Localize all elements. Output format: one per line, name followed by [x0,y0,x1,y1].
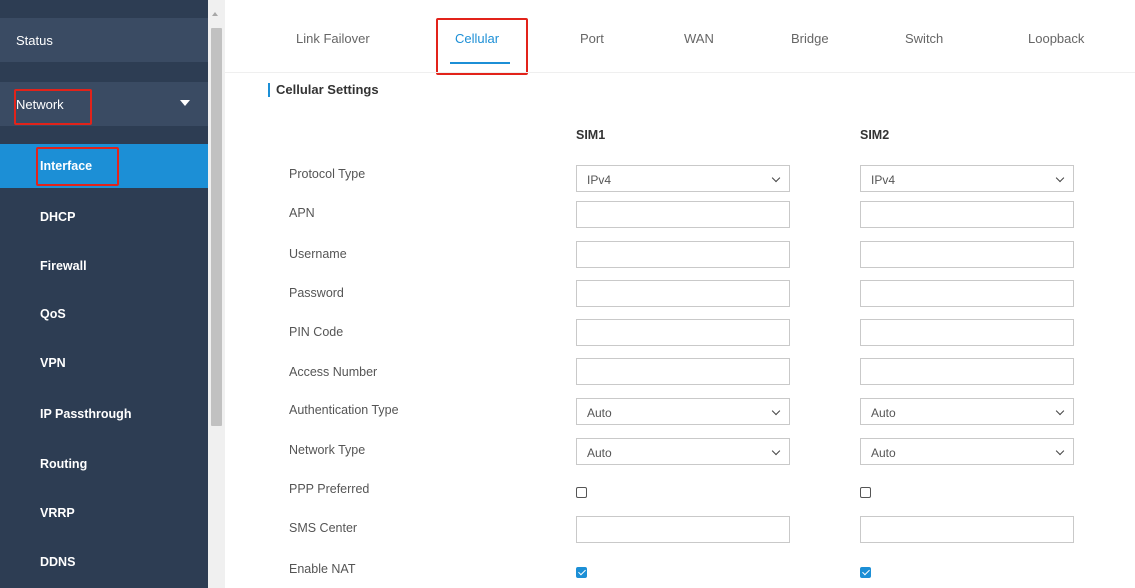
sidebar-item-vrrp[interactable]: VRRP [0,491,208,535]
chevron-down-icon [771,446,781,456]
interface-highlight-box [36,147,119,186]
sim2-apn-input[interactable] [860,201,1074,228]
caret-down-icon [180,100,190,106]
sidebar-item-label: QoS [40,307,66,321]
sidebar-item-label: Routing [40,457,88,471]
row-label-access-number: Access Number [289,365,378,379]
row-label-username: Username [289,247,347,261]
tabs-divider [225,72,1135,73]
sim2-password-input[interactable] [860,280,1074,307]
sim2-pin-code-input[interactable] [860,319,1074,346]
row-label-pin-code: PIN Code [289,325,344,339]
sim1-sms-center-input[interactable] [576,516,790,543]
sim2-username-input[interactable] [860,241,1074,268]
sidebar-item-status[interactable]: Status [0,18,208,62]
sim1-access-number-input[interactable] [576,358,790,385]
row-label-sms-center: SMS Center [289,521,358,535]
row-label-password: Password [289,286,344,300]
sidebar-item-label: DDNS [40,555,76,569]
row-label-ppp-preferred: PPP Preferred [289,482,370,496]
row-label-enable-nat: Enable NAT [289,562,356,576]
row-label-network-type: Network Type [289,443,366,457]
sim1-network-type-select[interactable]: Auto [576,438,790,465]
select-value: Auto [587,446,612,460]
chevron-down-icon [1055,446,1065,456]
select-value: Auto [871,406,896,420]
column-header-sim2: SIM2 [860,128,890,142]
sidebar-item-label: Firewall [40,259,87,273]
cellular-tab-highlight-box [436,18,528,75]
sidebar-item-label: VRRP [40,506,75,520]
sidebar-item-firewall[interactable]: Firewall [0,244,208,288]
row-label-protocol-type: Protocol Type [289,167,366,181]
scroll-up-arrow-icon[interactable] [212,12,218,16]
sim2-protocol-type-select[interactable]: IPv4 [860,165,1074,192]
row-label-authentication-type: Authentication Type [289,403,399,417]
sim2-access-number-input[interactable] [860,358,1074,385]
sidebar-item-label: DHCP [40,210,76,224]
section-title: Cellular Settings [276,82,379,97]
sidebar-item-qos[interactable]: QoS [0,292,208,336]
sidebar-item-ddns[interactable]: DDNS [0,540,208,584]
sim1-password-input[interactable] [576,280,790,307]
column-header-sim1: SIM1 [576,128,606,142]
sidebar-item-label: Status [16,32,53,48]
tab-bridge[interactable]: Bridge [791,31,829,46]
row-label-apn: APN [289,206,315,220]
sidebar-item-vpn[interactable]: VPN [0,341,208,385]
sim2-ppp-preferred-checkbox[interactable] [860,487,871,498]
sim2-enable-nat-checkbox[interactable] [860,567,871,578]
sim1-apn-input[interactable] [576,201,790,228]
sim2-authentication-type-select[interactable]: Auto [860,398,1074,425]
sim1-ppp-preferred-checkbox[interactable] [576,487,587,498]
sidebar-item-dhcp[interactable]: DHCP [0,195,208,239]
tab-link-failover[interactable]: Link Failover [296,31,370,46]
chevron-down-icon [1055,406,1065,416]
sidebar-item-label: IP Passthrough [40,407,132,421]
sim1-authentication-type-select[interactable]: Auto [576,398,790,425]
network-highlight-box [14,89,92,125]
sidebar-item-label: VPN [40,356,66,370]
tab-switch[interactable]: Switch [905,31,943,46]
chevron-down-icon [771,173,781,183]
section-accent-bar [268,83,270,97]
sim2-network-type-select[interactable]: Auto [860,438,1074,465]
select-value: IPv4 [871,173,896,187]
select-value: IPv4 [587,173,612,187]
sim1-username-input[interactable] [576,241,790,268]
sim2-sms-center-input[interactable] [860,516,1074,543]
tab-wan[interactable]: WAN [684,31,714,46]
sim1-protocol-type-select[interactable]: IPv4 [576,165,790,192]
scrollbar-thumb[interactable] [211,28,222,426]
sim1-enable-nat-checkbox[interactable] [576,567,587,578]
select-value: Auto [587,406,612,420]
chevron-down-icon [1055,173,1065,183]
select-value: Auto [871,446,896,460]
tab-loopback[interactable]: Loopback [1028,31,1084,46]
tab-port[interactable]: Port [580,31,604,46]
sim1-pin-code-input[interactable] [576,319,790,346]
sidebar-item-routing[interactable]: Routing [0,442,208,486]
chevron-down-icon [771,406,781,416]
sidebar-item-ip-passthrough[interactable]: IP Passthrough [0,392,208,436]
